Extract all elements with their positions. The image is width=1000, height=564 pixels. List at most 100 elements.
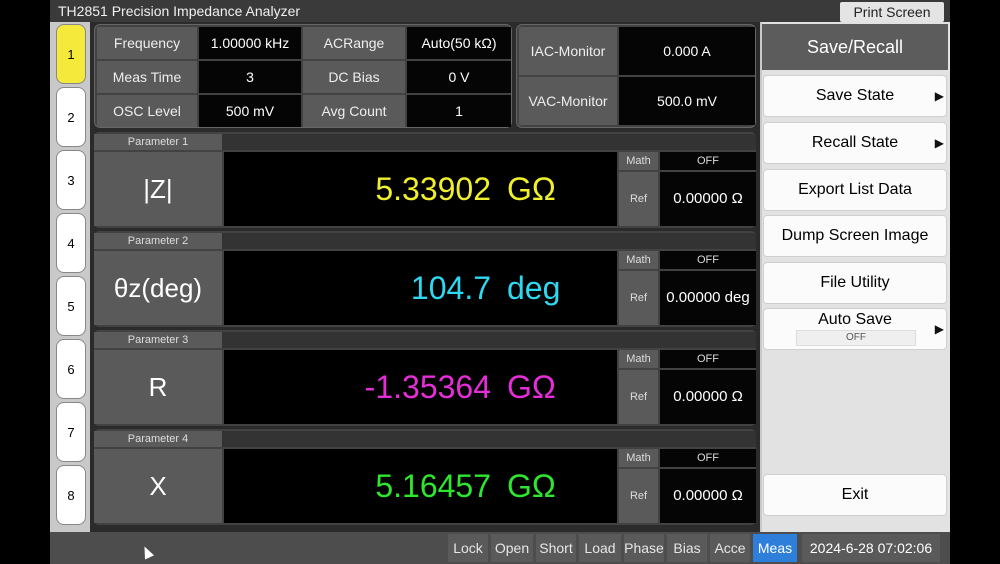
- dc-bias-value[interactable]: 0 V: [407, 61, 511, 93]
- avg-count-value[interactable]: 1: [407, 95, 511, 127]
- osc-level-value[interactable]: 500 mV: [199, 95, 301, 127]
- tab-5[interactable]: 5: [56, 276, 86, 336]
- frequency-label: Frequency: [97, 27, 197, 59]
- math-label: Math: [619, 152, 658, 170]
- iac-monitor-label: IAC-Monitor: [519, 27, 617, 75]
- auto-save-value: OFF: [796, 330, 916, 346]
- app-title: TH2851 Precision Impedance Analyzer: [58, 3, 301, 19]
- status-open[interactable]: Open: [491, 534, 533, 562]
- status-bias[interactable]: Bias: [667, 534, 707, 562]
- parameter-display: 104.7 deg: [224, 251, 617, 325]
- parameter-panel: Parameter 1 |Z| 5.33902 GΩ Math OFF Ref …: [94, 132, 756, 228]
- math-value[interactable]: OFF: [660, 152, 756, 170]
- title-bar: TH2851 Precision Impedance Analyzer Prin…: [50, 0, 950, 22]
- ref-label: Ref: [619, 370, 658, 424]
- tab-8[interactable]: 8: [56, 465, 86, 525]
- ref-label: Ref: [619, 271, 658, 325]
- vac-monitor-label: VAC-Monitor: [519, 77, 617, 125]
- parameter-display: -1.35364 GΩ: [224, 350, 617, 424]
- ref-value[interactable]: 0.00000 Ω: [660, 469, 756, 523]
- parameter-name[interactable]: θz(deg): [94, 251, 222, 325]
- math-label: Math: [619, 251, 658, 269]
- page-tabs: 1 2 3 4 5 6 7 8: [54, 22, 88, 532]
- tab-3[interactable]: 3: [56, 150, 86, 210]
- status-lock[interactable]: Lock: [448, 534, 488, 562]
- parameter-name[interactable]: |Z|: [94, 152, 222, 226]
- instrument-screen: TH2851 Precision Impedance Analyzer Prin…: [50, 0, 950, 564]
- meas-time-label: Meas Time: [97, 61, 197, 93]
- exit-button[interactable]: Exit: [763, 474, 947, 516]
- measurement-area: Frequency 1.00000 kHz ACRange Auto(50 kΩ…: [90, 22, 760, 532]
- parameter-title-bar: [222, 134, 756, 150]
- parameter-panel: Parameter 3 R -1.35364 GΩ Math OFF Ref 0…: [94, 330, 756, 426]
- parameter-title: Parameter 1: [94, 134, 222, 150]
- auto-save-button[interactable]: Auto Save OFF ▶: [763, 308, 947, 350]
- parameter-panel: Parameter 2 θz(deg) 104.7 deg Math OFF R…: [94, 231, 756, 327]
- parameter-display: 5.33902 GΩ: [224, 152, 617, 226]
- recall-state-label: Recall State: [811, 134, 899, 151]
- parameter-value: 5.33902: [375, 171, 491, 207]
- ref-label: Ref: [619, 469, 658, 523]
- status-acce[interactable]: Acce: [710, 534, 750, 562]
- status-short[interactable]: Short: [536, 534, 576, 562]
- parameter-title-bar: [222, 233, 756, 249]
- save-state-button[interactable]: Save State ▶: [763, 75, 947, 117]
- tab-7[interactable]: 7: [56, 402, 86, 462]
- acrange-value[interactable]: Auto(50 kΩ): [407, 27, 511, 59]
- math-value[interactable]: OFF: [660, 449, 756, 467]
- status-meas[interactable]: Meas: [753, 534, 797, 562]
- iac-monitor-value: 0.000 A: [619, 27, 755, 75]
- arrow-right-icon: ▶: [934, 136, 944, 150]
- recall-state-button[interactable]: Recall State ▶: [763, 122, 947, 164]
- softkey-panel: Save/Recall Save State ▶ Recall State ▶ …: [762, 22, 950, 532]
- tab-4[interactable]: 4: [56, 213, 86, 273]
- dump-screen-image-button[interactable]: Dump Screen Image: [763, 215, 947, 257]
- parameter-title: Parameter 3: [94, 332, 222, 348]
- status-bar: Lock Open Short Load Phase Bias Acce Mea…: [50, 532, 950, 564]
- tab-1[interactable]: 1: [56, 24, 86, 84]
- ref-value[interactable]: 0.00000 Ω: [660, 172, 756, 226]
- parameter-name[interactable]: R: [94, 350, 222, 424]
- parameter-unit: GΩ: [507, 171, 556, 207]
- avg-count-label: Avg Count: [303, 95, 405, 127]
- date-time: 2024-6-28 07:02:06: [802, 534, 940, 562]
- tab-6[interactable]: 6: [56, 339, 86, 399]
- export-list-data-button[interactable]: Export List Data: [763, 169, 947, 211]
- arrow-right-icon: ▶: [934, 89, 944, 103]
- measurement-settings: Frequency 1.00000 kHz ACRange Auto(50 kΩ…: [94, 24, 512, 128]
- parameter-unit: deg: [507, 270, 561, 306]
- print-screen-button[interactable]: Print Screen: [840, 2, 944, 22]
- tab-2[interactable]: 2: [56, 87, 86, 147]
- status-load[interactable]: Load: [579, 534, 621, 562]
- monitor-panel: IAC-Monitor 0.000 A VAC-Monitor 500.0 mV: [516, 24, 756, 128]
- math-label: Math: [619, 449, 658, 467]
- math-value[interactable]: OFF: [660, 350, 756, 368]
- status-phase[interactable]: Phase: [624, 534, 664, 562]
- parameter-name[interactable]: X: [94, 449, 222, 523]
- auto-save-label: Auto Save: [818, 311, 892, 328]
- parameter-panel: Parameter 4 X 5.16457 GΩ Math OFF Ref 0.…: [94, 429, 756, 525]
- mouse-cursor-icon: [139, 544, 155, 560]
- parameter-title: Parameter 2: [94, 233, 222, 249]
- math-label: Math: [619, 350, 658, 368]
- parameter-display: 5.16457 GΩ: [224, 449, 617, 523]
- parameter-value: 5.16457: [375, 468, 491, 504]
- parameter-title-bar: [222, 431, 756, 447]
- ref-value[interactable]: 0.00000 Ω: [660, 370, 756, 424]
- parameter-title-bar: [222, 332, 756, 348]
- ref-label: Ref: [619, 172, 658, 226]
- parameter-unit: GΩ: [507, 369, 556, 405]
- file-utility-button[interactable]: File Utility: [763, 262, 947, 304]
- arrow-right-icon: ▶: [934, 322, 944, 336]
- vac-monitor-value: 500.0 mV: [619, 77, 755, 125]
- parameter-value: 104.7: [410, 270, 491, 306]
- save-state-label: Save State: [815, 87, 895, 104]
- parameter-title: Parameter 4: [94, 431, 222, 447]
- meas-time-value[interactable]: 3: [199, 61, 301, 93]
- acrange-label: ACRange: [303, 27, 405, 59]
- frequency-value[interactable]: 1.00000 kHz: [199, 27, 301, 59]
- ref-value[interactable]: 0.00000 deg: [660, 271, 756, 325]
- parameter-value: -1.35364: [364, 369, 491, 405]
- math-value[interactable]: OFF: [660, 251, 756, 269]
- dc-bias-label: DC Bias: [303, 61, 405, 93]
